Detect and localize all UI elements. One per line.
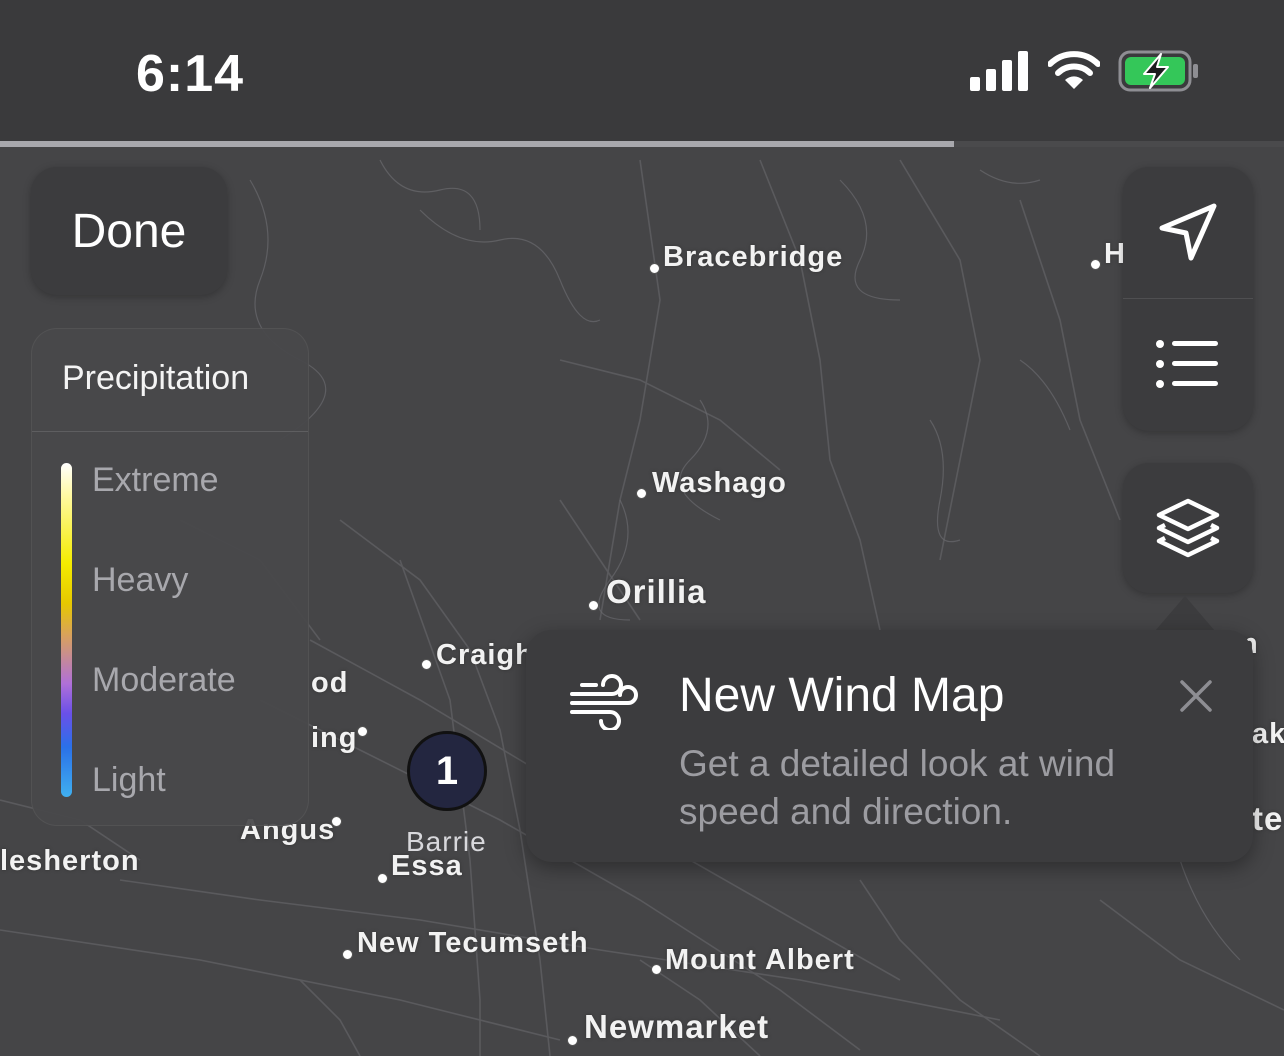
precipitation-legend: Precipitation Extreme Heavy Moderate Lig… (31, 328, 309, 826)
legend-level-light: Light (92, 761, 166, 799)
current-location-button[interactable] (1123, 167, 1253, 297)
popup-description: Get a detailed look at wind speed and di… (679, 743, 1116, 832)
locations-list-button[interactable] (1123, 299, 1253, 429)
status-time: 6:14 (136, 45, 245, 103)
place-label-orillia[interactable]: Orillia (606, 573, 707, 611)
place-dot (651, 964, 662, 975)
place-label-te[interactable]: te (1252, 800, 1283, 838)
place-label-new-tecumseth[interactable]: New Tecumseth (357, 927, 589, 960)
place-dot (342, 949, 353, 960)
location-cluster-marker[interactable]: 1 (407, 731, 487, 811)
place-label-bracebridge[interactable]: Bracebridge (663, 241, 843, 274)
close-icon[interactable] (1176, 676, 1216, 716)
place-dot (1090, 259, 1101, 270)
popup-pointer (1155, 596, 1215, 631)
place-dot (357, 726, 368, 737)
new-wind-map-popup[interactable]: New Wind Map Get a detailed look at wind… (526, 630, 1253, 862)
place-label-craigh[interactable]: Craigh (436, 639, 534, 672)
place-dot (377, 873, 388, 884)
place-label-ing[interactable]: ing (311, 722, 358, 755)
done-button[interactable]: Done (31, 167, 227, 295)
wind-icon (570, 674, 638, 730)
loading-progress-fill (0, 141, 954, 147)
legend-color-scale (61, 463, 72, 797)
layers-icon (1156, 498, 1220, 558)
place-label-od[interactable]: od (311, 667, 348, 700)
popup-title: New Wind Map (679, 669, 1005, 722)
legend-level-heavy: Heavy (92, 561, 189, 599)
cellular-signal-icon (970, 51, 1028, 91)
place-dot (567, 1035, 578, 1046)
place-dot (588, 600, 599, 611)
wifi-icon (1048, 51, 1100, 89)
battery-charging-icon (1118, 50, 1198, 92)
place-label-washago[interactable]: Washago (652, 467, 787, 500)
status-icons (970, 50, 1200, 92)
place-label-mount-albert[interactable]: Mount Albert (665, 944, 855, 977)
legend-level-extreme: Extreme (92, 461, 219, 499)
cluster-location-name: Barrie (406, 826, 487, 857)
legend-level-moderate: Moderate (92, 661, 236, 699)
place-dot (421, 659, 432, 670)
place-label-flesherton[interactable]: lesherton (0, 845, 140, 878)
list-icon (1156, 340, 1218, 388)
legend-divider (32, 431, 308, 432)
place-dot (331, 816, 342, 827)
place-label-ak[interactable]: ak (1252, 718, 1284, 751)
map-layers-button[interactable] (1123, 463, 1253, 593)
map-control-group (1123, 167, 1253, 431)
location-arrow-icon (1159, 203, 1217, 261)
place-dot (636, 488, 647, 499)
weather-map-screen: Bracebridge H Washago Orillia Craigh od … (0, 0, 1284, 1056)
loading-progress-bar (0, 141, 1284, 147)
status-bar: 6:14 (0, 0, 1284, 141)
place-label-newmarket[interactable]: Newmarket (584, 1008, 769, 1046)
legend-title: Precipitation (62, 359, 250, 397)
place-dot (649, 263, 660, 274)
